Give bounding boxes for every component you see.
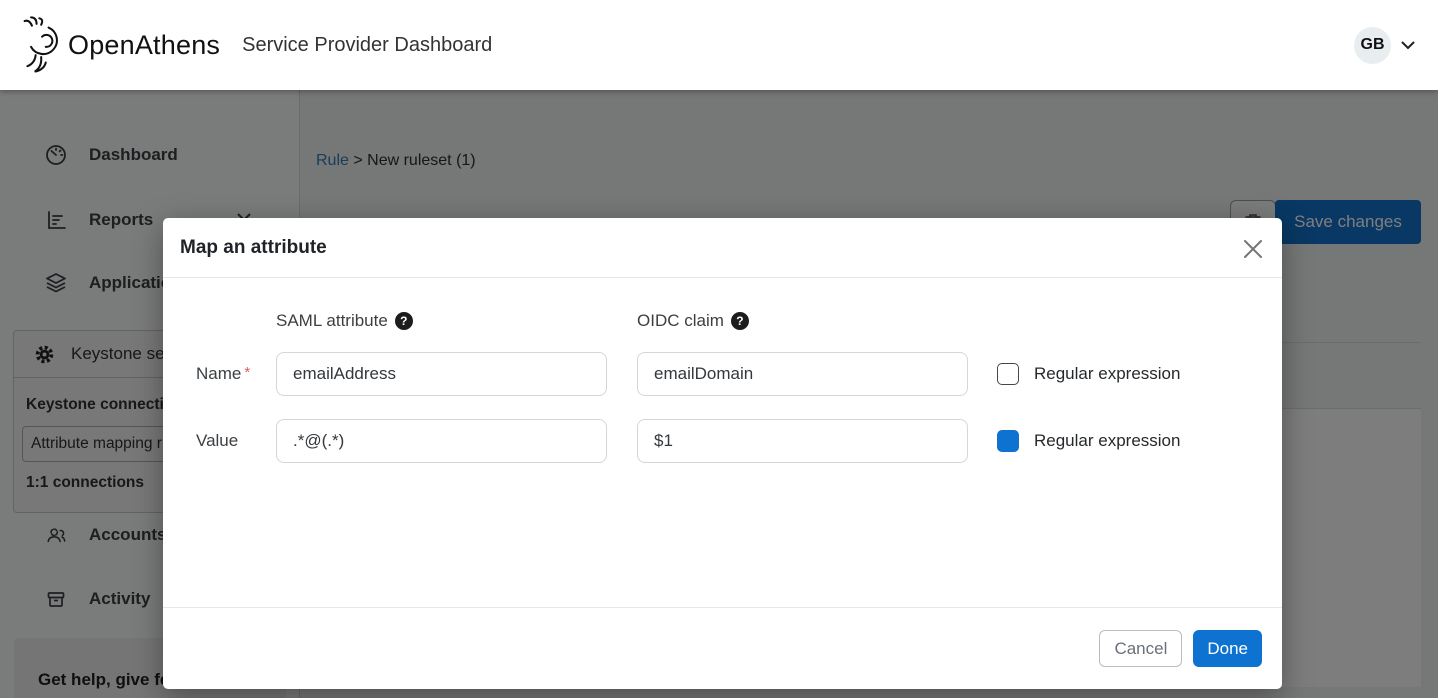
oidc-name-input[interactable]: [637, 352, 968, 396]
value-row: Value Regular expression: [196, 419, 1282, 463]
app-root: OpenAthens Service Provider Dashboard GB…: [0, 0, 1438, 698]
row-label-text: Value: [196, 431, 238, 450]
done-button[interactable]: Done: [1193, 630, 1262, 667]
required-asterisk: *: [244, 364, 250, 381]
help-icon[interactable]: ?: [395, 312, 413, 330]
top-header: OpenAthens Service Provider Dashboard GB: [0, 0, 1438, 90]
modal-footer: Cancel Done: [163, 607, 1282, 689]
value-regex-checkbox[interactable]: [997, 430, 1019, 452]
cancel-button[interactable]: Cancel: [1099, 630, 1182, 667]
brand-name: OpenAthens: [68, 30, 220, 61]
regex-checkbox-label: Regular expression: [1034, 431, 1180, 451]
name-row-label: Name*: [196, 364, 276, 384]
close-button[interactable]: [1240, 236, 1266, 262]
saml-value-input[interactable]: [276, 419, 607, 463]
modal-body: SAML attribute ? OIDC claim ? Name* Regu…: [163, 278, 1282, 463]
oidc-column-label: OIDC claim: [637, 311, 724, 331]
oidc-value-input[interactable]: [637, 419, 968, 463]
avatar-initials: GB: [1361, 36, 1385, 54]
brand-logo[interactable]: OpenAthens: [20, 16, 220, 74]
modal-header: Map an attribute: [163, 218, 1282, 278]
openathens-owl-icon: [20, 16, 66, 74]
name-regex-checkbox[interactable]: [997, 363, 1019, 385]
close-icon: [1241, 237, 1265, 261]
help-icon[interactable]: ?: [731, 312, 749, 330]
value-row-label: Value: [196, 431, 276, 451]
chevron-down-icon[interactable]: [1400, 40, 1416, 50]
saml-name-input[interactable]: [276, 352, 607, 396]
map-attribute-modal: Map an attribute SAML attribute ? OIDC c…: [163, 218, 1282, 689]
modal-title: Map an attribute: [180, 237, 327, 259]
regex-checkbox-label: Regular expression: [1034, 364, 1180, 384]
avatar[interactable]: GB: [1354, 27, 1391, 64]
oidc-claim-column-header: OIDC claim ?: [637, 311, 968, 331]
saml-column-label: SAML attribute: [276, 311, 388, 331]
page-title: Service Provider Dashboard: [242, 34, 492, 57]
row-label-text: Name: [196, 364, 241, 383]
saml-attribute-column-header: SAML attribute ?: [276, 311, 607, 331]
name-row: Name* Regular expression: [196, 352, 1282, 396]
name-regex-option: Regular expression: [997, 363, 1180, 385]
value-regex-option: Regular expression: [997, 430, 1180, 452]
